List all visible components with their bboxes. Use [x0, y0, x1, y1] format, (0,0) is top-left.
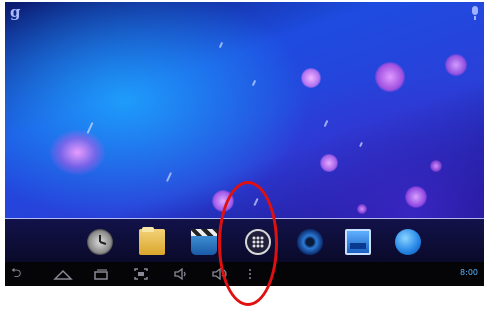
wallpaper-streak — [323, 119, 329, 128]
browser-app-icon[interactable] — [395, 229, 421, 255]
clock-time: 8:00 — [460, 268, 478, 277]
video-player-app-icon[interactable] — [191, 229, 217, 255]
file-manager-app-icon[interactable] — [139, 227, 165, 255]
wallpaper-orb — [375, 62, 405, 92]
wallpaper-orb — [357, 204, 367, 214]
wallpaper-orb — [301, 68, 321, 88]
clock-app-icon[interactable] — [87, 229, 113, 255]
wallpaper-orb — [320, 154, 338, 172]
home-icon[interactable] — [53, 267, 73, 281]
wallpaper-orb — [445, 54, 467, 76]
gallery-app-icon[interactable] — [345, 229, 371, 255]
wallpaper-streak — [251, 79, 257, 87]
wallpaper-streak — [165, 172, 173, 182]
music-player-app-icon[interactable] — [297, 229, 323, 255]
screenshot-icon[interactable] — [133, 267, 149, 281]
mic-icon[interactable] — [472, 6, 478, 20]
clapper-bar — [191, 229, 217, 236]
volume-down-icon[interactable] — [173, 267, 189, 281]
status-bar: g — [5, 2, 484, 22]
wallpaper-orb — [50, 130, 105, 175]
gallery-picture-icon — [350, 243, 366, 249]
wallpaper-orb — [405, 186, 427, 208]
google-search-icon[interactable]: g — [10, 3, 21, 21]
recent-apps-icon[interactable] — [93, 267, 109, 281]
red-highlight-circle — [218, 181, 278, 306]
wallpaper-orb — [430, 160, 442, 172]
wallpaper-streak — [359, 141, 363, 148]
wallpaper-streak — [218, 41, 224, 49]
clock-hands — [99, 235, 107, 245]
folder-tab — [142, 227, 154, 232]
back-icon[interactable]: ⮌ — [11, 267, 21, 281]
